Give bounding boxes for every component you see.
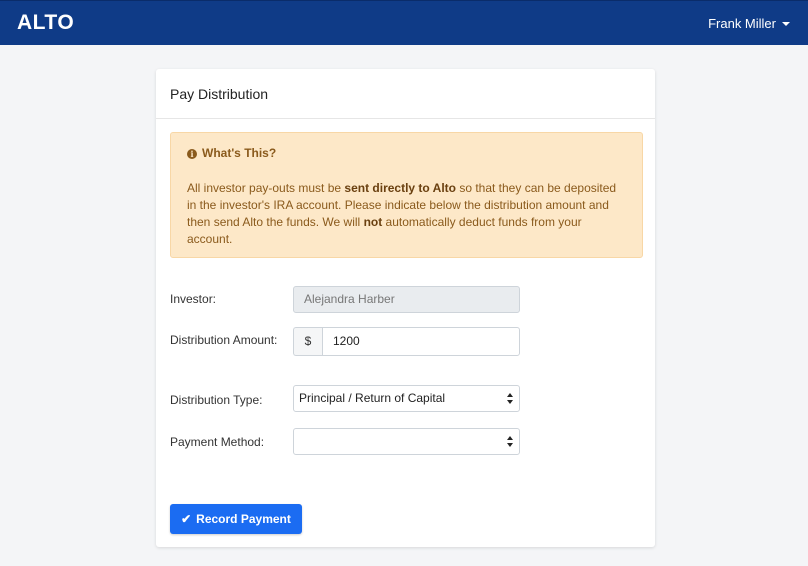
brand-logo[interactable]: ALTO	[17, 11, 74, 35]
check-icon: ✔	[181, 512, 192, 526]
user-menu-dropdown[interactable]: Frank Miller	[708, 16, 790, 31]
currency-prefix: $	[293, 327, 322, 356]
method-label: Payment Method:	[170, 435, 265, 449]
info-alert: i What's This? All investor pay-outs mus…	[170, 132, 643, 258]
chevron-down-icon	[782, 21, 790, 26]
alert-title: i What's This?	[187, 145, 626, 162]
investor-label: Investor:	[170, 292, 217, 306]
alert-body: All investor pay-outs must be sent direc…	[187, 181, 617, 246]
amount-label: Distribution Amount:	[170, 333, 278, 347]
user-name: Frank Miller	[708, 16, 776, 31]
amount-input[interactable]: 1200	[322, 327, 520, 356]
top-navbar: ALTO Frank Miller	[0, 0, 808, 45]
alert-title-text: What's This?	[202, 146, 277, 160]
card-title: Pay Distribution	[156, 69, 655, 119]
distribution-type-value: Principal / Return of Capital	[299, 391, 446, 405]
pay-distribution-card: Pay Distribution i What's This? All inve…	[156, 69, 655, 547]
record-payment-button[interactable]: ✔ Record Payment	[170, 504, 302, 534]
payment-method-select[interactable]	[293, 428, 520, 455]
amount-input-group: $ 1200	[293, 327, 520, 356]
type-label: Distribution Type:	[170, 393, 263, 407]
investor-field: Alejandra Harber	[293, 286, 520, 313]
distribution-type-select[interactable]: Principal / Return of Capital	[293, 385, 520, 412]
select-arrows-icon	[507, 435, 514, 449]
record-payment-label: Record Payment	[196, 512, 291, 526]
select-arrows-icon	[507, 392, 514, 406]
info-circle-icon: i	[187, 148, 197, 159]
